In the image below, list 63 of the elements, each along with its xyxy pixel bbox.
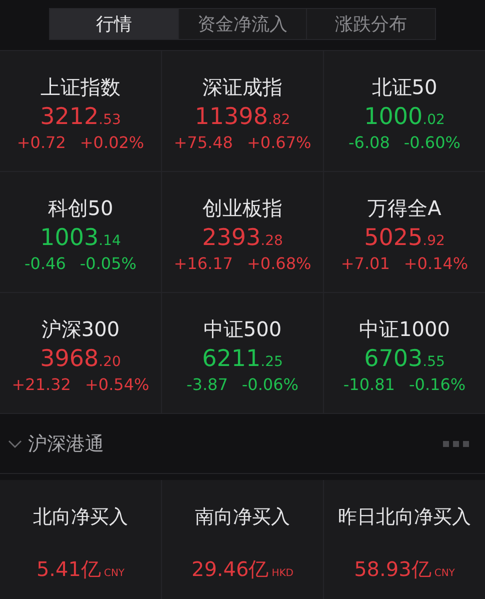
flow-card[interactable]: 昨日北向净买入 58.93亿 CNY bbox=[324, 480, 485, 599]
currency-label: CNY bbox=[104, 568, 125, 579]
currency-label: CNY bbox=[434, 568, 455, 579]
tab[interactable]: 涨跌分布 bbox=[306, 9, 436, 39]
flow-amount: 58.93亿 bbox=[354, 556, 432, 583]
index-price: 6703.55 bbox=[364, 346, 445, 372]
index-price: 1000.02 bbox=[364, 104, 445, 130]
index-card[interactable]: 科创50 1003.14 -0.46 -0.05% bbox=[0, 172, 161, 292]
index-percent: -0.05% bbox=[80, 254, 136, 273]
index-price: 6211.25 bbox=[202, 346, 283, 372]
index-name: 北证50 bbox=[372, 74, 438, 101]
index-card[interactable]: 中证1000 6703.55 -10.81 -0.16% bbox=[324, 293, 485, 413]
index-change: -10.81 bbox=[343, 375, 395, 394]
flow-label: 北向净买入 bbox=[33, 505, 128, 530]
index-change: +16.17 bbox=[174, 254, 233, 273]
tab[interactable]: 资金净流入 bbox=[178, 9, 306, 39]
flow-amount: 5.41亿 bbox=[36, 556, 101, 583]
index-name: 科创50 bbox=[48, 195, 114, 222]
index-name: 沪深300 bbox=[41, 316, 120, 343]
index-card[interactable]: 创业板指 2393.28 +16.17 +0.68% bbox=[162, 172, 323, 292]
index-change: -3.87 bbox=[186, 375, 228, 394]
chevron-icon[interactable] bbox=[8, 438, 22, 448]
index-change: +21.32 bbox=[12, 375, 71, 394]
index-change: +7.01 bbox=[340, 254, 390, 273]
index-percent: -0.16% bbox=[408, 375, 466, 394]
index-card[interactable]: 中证500 6211.25 -3.87 -0.06% bbox=[162, 293, 323, 413]
index-card[interactable]: 沪深300 3968.20 +21.32 +0.54% bbox=[0, 293, 161, 413]
index-name: 万得全A bbox=[368, 195, 442, 222]
flow-card[interactable]: 北向净买入 5.41亿 CNY bbox=[0, 480, 161, 599]
flow-card[interactable]: 南向净买入 29.46亿 HKD bbox=[162, 480, 323, 599]
index-name: 深证成指 bbox=[202, 74, 282, 101]
flow-amount: 29.46亿 bbox=[191, 556, 269, 583]
index-card[interactable]: 深证成指 11398.82 +75.48 +0.67% bbox=[162, 51, 323, 171]
index-card[interactable]: 万得全A 5025.92 +7.01 +0.14% bbox=[324, 172, 485, 292]
flow-label: 南向净买入 bbox=[195, 505, 290, 530]
index-percent: +0.68% bbox=[246, 254, 312, 273]
index-card[interactable]: 北证50 1000.02 -6.08 -0.60% bbox=[324, 51, 485, 171]
index-percent: -0.60% bbox=[404, 133, 460, 152]
index-name: 中证500 bbox=[203, 316, 282, 343]
section-title: 沪深港通 bbox=[28, 432, 105, 456]
index-change: -0.46 bbox=[24, 254, 66, 273]
index-percent: +0.54% bbox=[84, 375, 150, 394]
index-percent: +0.02% bbox=[80, 133, 144, 152]
index-price: 11398.82 bbox=[194, 104, 290, 130]
index-change: +75.48 bbox=[174, 133, 233, 152]
tab[interactable]: 行情 bbox=[50, 9, 178, 39]
index-change: +0.72 bbox=[16, 133, 66, 152]
more-icon[interactable] bbox=[443, 440, 469, 446]
index-name: 上证指数 bbox=[40, 74, 120, 101]
index-price: 3212.53 bbox=[40, 104, 121, 130]
index-percent: +0.14% bbox=[404, 254, 468, 273]
flow-label: 昨日北向净买入 bbox=[338, 505, 471, 530]
index-name: 创业板指 bbox=[202, 195, 282, 222]
index-change: -6.08 bbox=[348, 133, 390, 152]
index-price: 5025.92 bbox=[364, 225, 445, 251]
index-price: 3968.20 bbox=[40, 346, 121, 372]
index-card[interactable]: 上证指数 3212.53 +0.72 +0.02% bbox=[0, 51, 161, 171]
index-price: 1003.14 bbox=[40, 225, 121, 251]
index-percent: -0.06% bbox=[242, 375, 298, 394]
currency-label: HKD bbox=[272, 568, 294, 579]
index-name: 中证1000 bbox=[359, 316, 450, 343]
index-percent: +0.67% bbox=[246, 133, 312, 152]
index-price: 2393.28 bbox=[202, 225, 283, 251]
